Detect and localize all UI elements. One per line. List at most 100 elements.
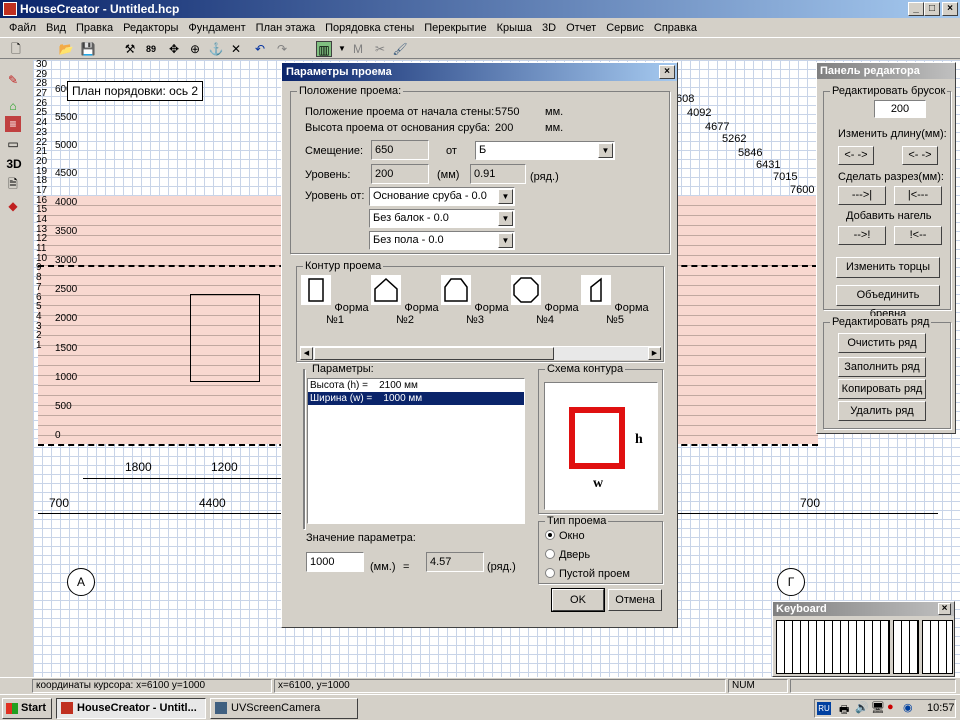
level-from-select-3[interactable]: Без пола - 0.0 ▼	[369, 231, 515, 250]
scroll-thumb[interactable]	[314, 347, 554, 360]
pin-left-button[interactable]: -->!	[838, 226, 886, 245]
open-folder-icon[interactable]: 📂	[58, 41, 74, 57]
shape-3[interactable]: Форма №3	[440, 275, 510, 326]
language-indicator[interactable]: RU	[817, 702, 831, 715]
maximize-button[interactable]: □	[924, 2, 940, 16]
keyboard-main-keys[interactable]	[776, 620, 890, 674]
keyboard-close-button[interactable]: ×	[938, 603, 951, 615]
undo-icon[interactable]: ↶	[252, 41, 268, 57]
numbers-icon[interactable]: 89	[143, 41, 159, 57]
level-rows-field[interactable]: 0.91	[470, 164, 526, 184]
minimize-button[interactable]: _	[908, 2, 924, 16]
tools-icon[interactable]: ⚒	[122, 41, 138, 57]
change-ends-button[interactable]: Изменить торцы	[836, 257, 940, 278]
cut-left-button[interactable]: --->|	[838, 186, 886, 205]
param-rows-field[interactable]: 4.57	[426, 552, 484, 572]
floor-icon[interactable]: ▭	[5, 136, 21, 152]
level-from-select-2[interactable]: Без балок - 0.0 ▼	[369, 209, 515, 228]
wall-mode-icon[interactable]: ▥	[316, 41, 332, 57]
move-icon[interactable]: ✥	[166, 41, 182, 57]
shape-5[interactable]: Форма №5	[580, 275, 650, 326]
shapes-scrollbar[interactable]: ◀ ▶	[300, 346, 661, 360]
redo-icon[interactable]: ↷	[274, 41, 290, 57]
cut-icon[interactable]: ✂	[372, 41, 388, 57]
anchor-icon[interactable]: ⚓	[208, 41, 224, 57]
shape-1[interactable]: Форма №1	[300, 275, 370, 326]
pin-right-button[interactable]: !<--	[894, 226, 942, 245]
delete-row-button[interactable]: Удалить ряд	[838, 401, 926, 421]
menu-report[interactable]: Отчет	[561, 22, 601, 34]
chevron-down-icon[interactable]: ▼	[498, 211, 513, 226]
list-item[interactable]: Высота (h) = 2100 мм	[308, 379, 524, 392]
list-item-selected[interactable]: Ширина (w) = 1000 мм	[308, 392, 524, 405]
shape-4[interactable]: Форма №4	[510, 275, 580, 326]
chevron-down-icon[interactable]: ▼	[598, 143, 613, 158]
ok-button[interactable]: OK	[551, 588, 605, 612]
view-3d-button[interactable]: 3D	[3, 156, 25, 172]
cancel-button[interactable]: Отмена	[608, 589, 662, 611]
menu-view[interactable]: Вид	[41, 22, 71, 34]
menu-foundation[interactable]: Фундамент	[183, 22, 250, 34]
tray-icon[interactable]: 🖥	[871, 701, 885, 714]
log-value-field[interactable]: 200	[874, 100, 926, 118]
scroll-right-icon[interactable]: ▶	[648, 347, 661, 360]
menu-3d[interactable]: 3D	[537, 22, 561, 34]
params-list[interactable]: Высота (h) = 2100 мм Ширина (w) = 1000 м…	[307, 378, 525, 524]
delete-icon[interactable]: ✕	[228, 41, 244, 57]
task-uvscreencamera[interactable]: UVScreenCamera	[210, 698, 358, 719]
wall-rows-icon[interactable]: ≡	[5, 116, 21, 132]
target-icon[interactable]: ⊕	[187, 41, 203, 57]
menu-floor[interactable]: Перекрытие	[419, 22, 491, 34]
fill-row-button[interactable]: Заполнить ряд	[838, 357, 926, 377]
start-button[interactable]: Start	[2, 698, 52, 719]
clear-row-button[interactable]: Очистить ряд	[838, 333, 926, 353]
paint-icon[interactable]: 🖌	[392, 41, 408, 57]
type-empty-radio[interactable]: Пустой проем	[545, 568, 630, 580]
menu-roof[interactable]: Крыша	[492, 22, 537, 34]
offset-ref-select[interactable]: Б ▼	[475, 141, 615, 160]
house-icon[interactable]: ⌂	[5, 98, 21, 114]
level-from-select-1[interactable]: Основание сруба - 0.0 ▼	[369, 187, 515, 206]
dropdown-arrow-icon[interactable]: ▼	[334, 41, 350, 57]
scroll-left-icon[interactable]: ◀	[300, 347, 313, 360]
param-value-field[interactable]: 1000	[306, 552, 364, 572]
close-button[interactable]: ×	[942, 2, 958, 16]
radio-icon[interactable]	[545, 530, 555, 540]
type-door-radio[interactable]: Дверь	[545, 549, 590, 561]
report-icon[interactable]: 🗎	[5, 176, 21, 192]
level-field[interactable]: 200	[371, 164, 429, 184]
offset-field[interactable]: 650	[371, 140, 429, 160]
menu-file[interactable]: Файл	[4, 22, 41, 34]
measure-icon[interactable]: M	[350, 41, 366, 57]
eraser-icon[interactable]: ◆	[5, 198, 21, 214]
pencil-red-icon[interactable]: ✎	[5, 72, 21, 88]
tray-icon[interactable]: 🔊	[855, 701, 869, 714]
tray-icon[interactable]: ●	[887, 701, 894, 713]
save-icon[interactable]: 💾	[80, 41, 96, 57]
menu-wall-rows[interactable]: Порядовка стены	[320, 22, 419, 34]
shape-2[interactable]: Форма №2	[370, 275, 440, 326]
dialog-close-button[interactable]: ×	[659, 65, 675, 79]
radio-icon[interactable]	[545, 549, 555, 559]
menu-service[interactable]: Сервис	[601, 22, 649, 34]
menu-edit[interactable]: Правка	[71, 22, 118, 34]
radio-icon[interactable]	[545, 568, 555, 578]
new-file-icon[interactable]: 🗋	[8, 41, 24, 57]
menu-editors[interactable]: Редакторы	[118, 22, 183, 34]
tray-icon[interactable]: ◉	[903, 701, 913, 714]
length-right-button[interactable]: <- ->	[902, 146, 938, 165]
dialog-title: Параметры проема	[282, 63, 677, 81]
keyboard-nav-keys[interactable]	[893, 620, 919, 674]
keyboard-numpad[interactable]	[922, 620, 953, 674]
task-housecreator[interactable]: HouseCreator - Untitl...	[56, 698, 206, 719]
tray-icon[interactable]: 🖶	[839, 701, 849, 720]
copy-row-button[interactable]: Копировать ряд	[838, 379, 926, 399]
length-left-button[interactable]: <- ->	[838, 146, 874, 165]
chevron-down-icon[interactable]: ▼	[498, 233, 513, 248]
merge-logs-button[interactable]: Объединить бревна	[836, 285, 940, 320]
cut-right-button[interactable]: |<---	[894, 186, 942, 205]
menu-floor-plan[interactable]: План этажа	[251, 22, 320, 34]
menu-help[interactable]: Справка	[649, 22, 702, 34]
type-window-radio[interactable]: Окно	[545, 530, 585, 542]
chevron-down-icon[interactable]: ▼	[498, 189, 513, 204]
